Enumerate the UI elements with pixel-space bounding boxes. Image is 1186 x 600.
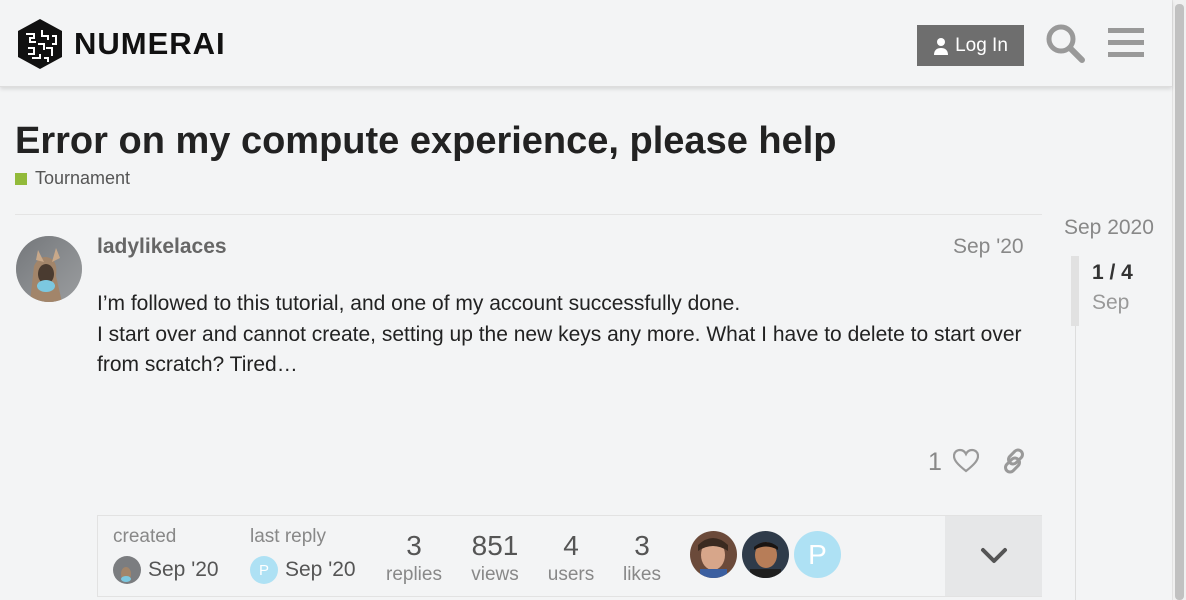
- last-reply-block[interactable]: last reply P Sep '20: [250, 526, 356, 584]
- page-scrollbar[interactable]: [1172, 0, 1186, 600]
- stat-value: 4: [563, 530, 579, 561]
- author-avatar[interactable]: [16, 236, 82, 302]
- stat-value: 3: [634, 530, 650, 561]
- last-reply-label: last reply: [250, 526, 327, 547]
- timeline-start-date[interactable]: Sep 2020: [1064, 216, 1154, 240]
- participant-avatar[interactable]: P: [794, 531, 841, 578]
- hamburger-menu-icon[interactable]: [1107, 24, 1145, 62]
- stat-replies: 3 replies: [383, 530, 445, 586]
- stat-label: users: [547, 564, 595, 585]
- stat-label: likes: [622, 564, 661, 585]
- stat-users: 4 users: [541, 530, 601, 586]
- user-icon: [934, 37, 949, 55]
- category-swatch: [15, 172, 27, 185]
- expand-topic-map-button[interactable]: [945, 516, 1042, 596]
- timeline-date: Sep: [1092, 291, 1130, 314]
- stat-likes: 3 likes: [614, 530, 670, 586]
- category-badge[interactable]: Tournament: [15, 168, 130, 189]
- post-paragraph: I’m followed to this tutorial, and one o…: [97, 292, 741, 315]
- created-date: Sep '20: [148, 558, 219, 581]
- timeline-handle[interactable]: [1071, 256, 1079, 326]
- last-reply-avatar: P: [250, 556, 278, 584]
- scrollbar-thumb[interactable]: [1175, 4, 1184, 600]
- created-block[interactable]: created Sep '20: [113, 526, 219, 584]
- login-button[interactable]: Log In: [917, 25, 1024, 66]
- brand-name: NUMERAI: [74, 26, 226, 61]
- stat-label: replies: [386, 564, 442, 585]
- creator-avatar: [113, 556, 141, 584]
- divider: [15, 214, 1042, 215]
- post-author[interactable]: ladylikelaces: [97, 235, 227, 259]
- post-body: I’m followed to this tutorial, and one o…: [97, 289, 1032, 381]
- timeline-position: 1 / 4: [1092, 261, 1133, 284]
- stat-views: 851 views: [464, 530, 526, 586]
- numerai-logo-icon: [18, 19, 62, 69]
- post-date[interactable]: Sep '20: [953, 235, 1024, 259]
- post-paragraph: I start over and cannot create, setting …: [97, 322, 1022, 377]
- search-icon[interactable]: [1044, 22, 1086, 64]
- stat-value: 3: [406, 530, 422, 561]
- login-label: Log In: [955, 34, 1008, 56]
- participant-avatar[interactable]: [690, 531, 737, 578]
- stat-value: 851: [471, 530, 519, 561]
- site-logo[interactable]: NUMERAI: [16, 18, 226, 70]
- participant-avatar[interactable]: [742, 531, 789, 578]
- like-count: 1: [928, 448, 942, 476]
- site-header: NUMERAI Log In: [0, 0, 1172, 87]
- link-icon[interactable]: [1000, 447, 1028, 475]
- heart-icon[interactable]: [953, 448, 979, 474]
- created-label: created: [113, 526, 177, 547]
- chevron-down-icon: [980, 548, 1007, 563]
- category-name: Tournament: [35, 168, 131, 188]
- last-reply-date: Sep '20: [285, 558, 356, 581]
- stat-label: views: [471, 564, 519, 585]
- topic-map: created Sep '20 last reply P Sep '20 3 r…: [97, 515, 1042, 597]
- topic-title[interactable]: Error on my compute experience, please h…: [15, 120, 837, 163]
